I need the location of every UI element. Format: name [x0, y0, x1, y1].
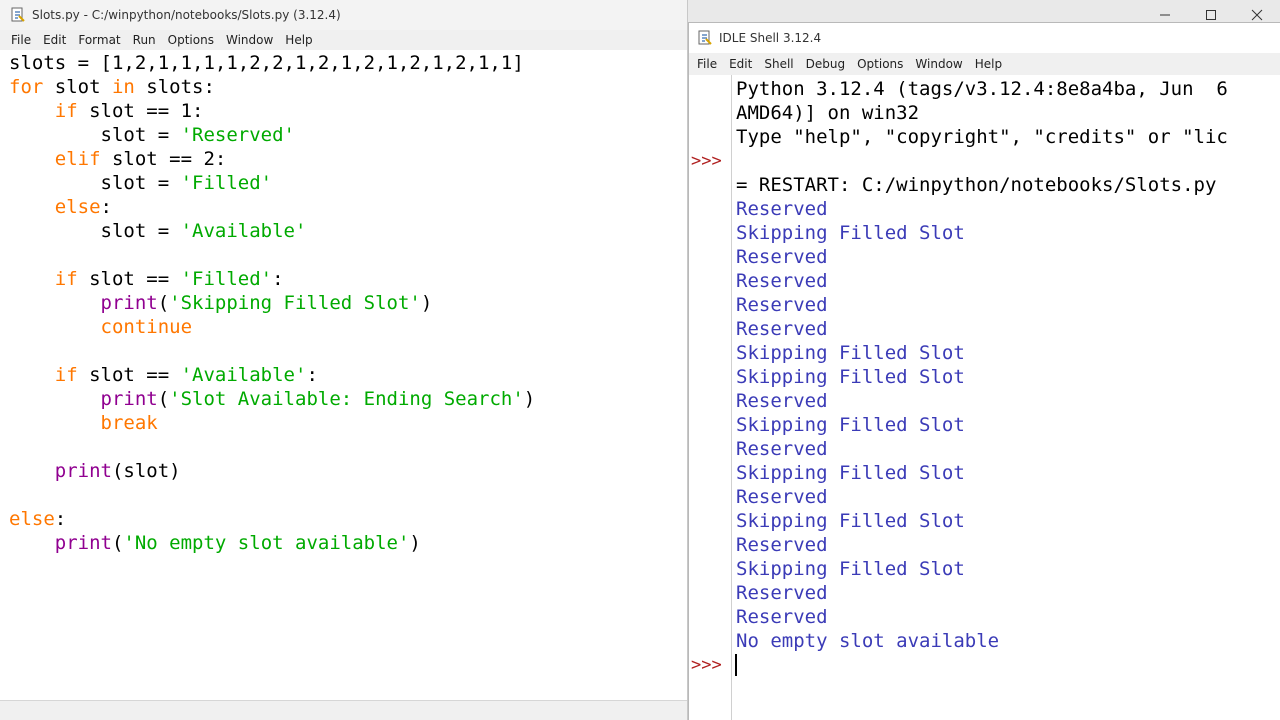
shell-output-line: Reserved: [736, 294, 828, 316]
code-line: print(slot): [54, 460, 181, 482]
shell-menu-file[interactable]: File: [689, 57, 723, 71]
shell-menu-debug[interactable]: Debug: [800, 57, 851, 71]
code-line: if slot == 'Filled':: [54, 268, 284, 290]
shell-menu-bar: File Edit Shell Debug Options Window Help: [689, 53, 1280, 75]
shell-output-line: Reserved: [736, 390, 828, 412]
editor-horizontal-scrollbar[interactable]: [0, 700, 687, 720]
code-line: slot = 'Filled': [9, 172, 273, 194]
shell-output[interactable]: Python 3.12.4 (tags/v3.12.4:8e8a4ba, Jun…: [689, 75, 1280, 720]
shell-info-line: Type "help", "copyright", "credits" or "…: [736, 126, 1228, 148]
text-cursor: [735, 654, 737, 676]
shell-output-line: No empty slot available: [736, 630, 1000, 652]
shell-output-line: Reserved: [736, 246, 828, 268]
code-line: if slot == 1:: [54, 100, 204, 122]
shell-output-line: Reserved: [736, 270, 828, 292]
minimize-icon: [1160, 14, 1170, 16]
code-line: slots = [1,2,1,1,1,1,2,2,1,2,1,2,1,2,1,2…: [9, 52, 524, 74]
shell-output-line: Skipping Filled Slot: [736, 462, 965, 484]
python-file-icon: [10, 7, 26, 23]
code-line: print('Skipping Filled Slot'): [100, 292, 433, 314]
shell-prompt: >>>: [691, 151, 722, 171]
shell-output-line: Reserved: [736, 318, 828, 340]
shell-info-line: AMD64)] on win32: [736, 102, 920, 124]
shell-output-line: Skipping Filled Slot: [736, 510, 965, 532]
editor-menu-window[interactable]: Window: [220, 33, 279, 47]
shell-title: IDLE Shell 3.12.4: [719, 31, 822, 45]
editor-menu-options[interactable]: Options: [162, 33, 220, 47]
shell-output-line: Skipping Filled Slot: [736, 558, 965, 580]
close-icon: [1251, 9, 1263, 21]
shell-output-line: Skipping Filled Slot: [736, 222, 965, 244]
shell-output-line: Skipping Filled Slot: [736, 414, 965, 436]
shell-prompt: >>>: [691, 655, 722, 675]
editor-menu-run[interactable]: Run: [127, 33, 162, 47]
shell-info-line: Python 3.12.4 (tags/v3.12.4:8e8a4ba, Jun…: [736, 78, 1228, 100]
editor-window: Slots.py - C:/winpython/notebooks/Slots.…: [0, 0, 688, 720]
shell-info-line: = RESTART: C:/winpython/notebooks/Slots.…: [736, 174, 1217, 196]
shell-window: IDLE Shell 3.12.4 File Edit Shell Debug Opti…: [688, 22, 1280, 720]
code-line: print('Slot Available: Ending Search'): [100, 388, 536, 410]
shell-output-line: Skipping Filled Slot: [736, 342, 965, 364]
code-line: slot = 'Available': [9, 220, 307, 242]
shell-output-line: Reserved: [736, 534, 828, 556]
shell-menu-options[interactable]: Options: [851, 57, 909, 71]
shell-output-line: Reserved: [736, 198, 828, 220]
editor-menu-format[interactable]: Format: [72, 33, 126, 47]
shell-menu-edit[interactable]: Edit: [723, 57, 758, 71]
editor-menu-bar: File Edit Format Run Options Window Help: [0, 30, 687, 50]
shell-menu-shell[interactable]: Shell: [758, 57, 799, 71]
code-line: for slot in slots:: [9, 76, 215, 98]
shell-output-line: Reserved: [736, 582, 828, 604]
maximize-icon: [1206, 10, 1216, 20]
code-line: if slot == 'Available':: [54, 364, 318, 386]
shell-output-line: Reserved: [736, 438, 828, 460]
shell-output-line: Reserved: [736, 486, 828, 508]
editor-menu-help[interactable]: Help: [279, 33, 318, 47]
editor-menu-edit[interactable]: Edit: [37, 33, 72, 47]
shell-menu-help[interactable]: Help: [969, 57, 1008, 71]
editor-menu-file[interactable]: File: [0, 33, 37, 47]
editor-title-bar[interactable]: Slots.py - C:/winpython/notebooks/Slots.…: [0, 0, 687, 30]
code-line: elif slot == 2:: [54, 148, 227, 170]
shell-output-line: Skipping Filled Slot: [736, 366, 965, 388]
shell-title-bar[interactable]: IDLE Shell 3.12.4: [689, 23, 1280, 53]
code-line: else:: [54, 196, 112, 218]
code-line: continue: [100, 316, 193, 338]
shell-output-line: Reserved: [736, 606, 828, 628]
idle-icon: [697, 30, 713, 46]
code-line: break: [100, 412, 158, 434]
code-line: print('No empty slot available'): [54, 532, 421, 554]
editor-title: Slots.py - C:/winpython/notebooks/Slots.…: [32, 8, 341, 22]
code-line: else:: [9, 508, 67, 530]
code-editor[interactable]: slots = [1,2,1,1,1,1,2,2,1,2,1,2,1,2,1,2…: [0, 51, 687, 700]
code-line: slot = 'Reserved': [9, 124, 295, 146]
shell-menu-window[interactable]: Window: [909, 57, 968, 71]
